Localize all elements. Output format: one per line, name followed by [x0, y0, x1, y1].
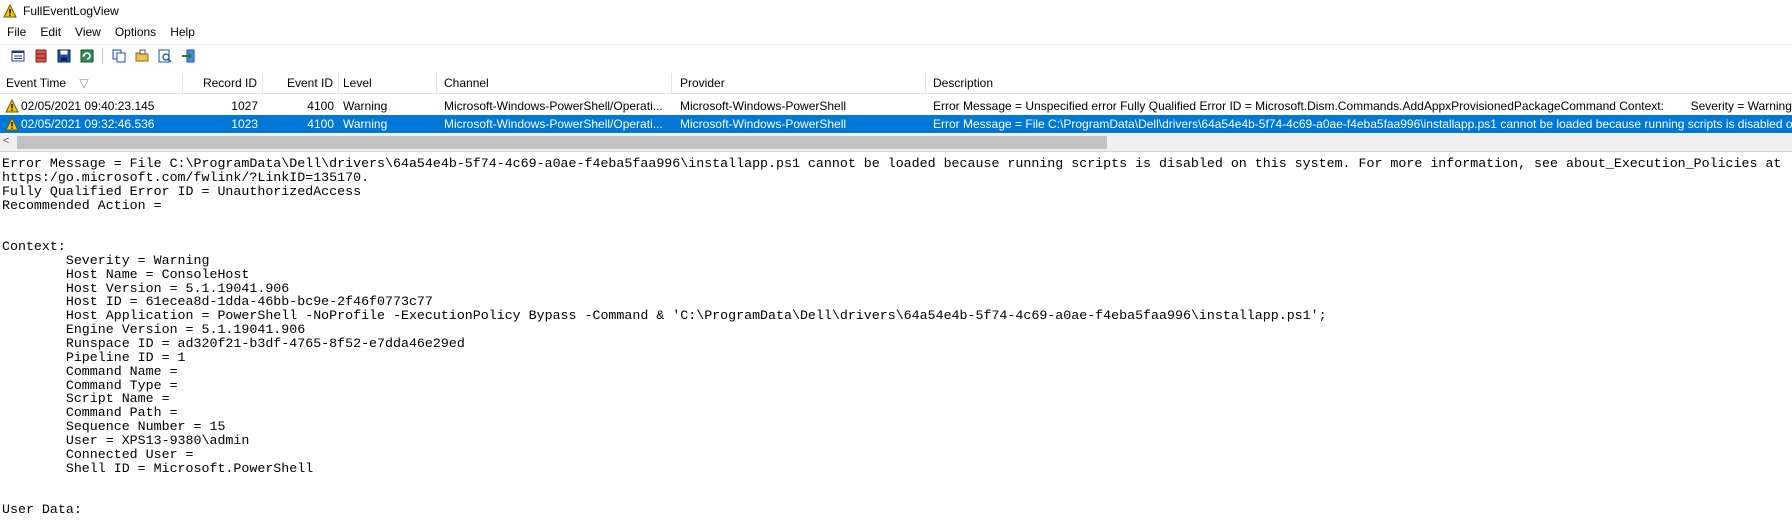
event-detail-text: Error Message = File C:\ProgramData\Dell… [2, 157, 1790, 527]
detail-line [2, 475, 1790, 489]
cell-record-id: 1027 [231, 99, 258, 113]
detail-line: Host Application = PowerShell -NoProfile… [2, 308, 1327, 324]
save-icon[interactable] [56, 48, 72, 64]
column-event-time[interactable]: Event Time ▽ [0, 73, 183, 93]
detail-line: Host ID = 61ecea8d-1dda-46bb-bc9e-2f46f0… [2, 294, 433, 310]
warning-icon [5, 99, 19, 113]
detail-line [2, 226, 1790, 240]
grid-header: Event Time ▽ Record ID Event ID Level Ch… [0, 73, 1792, 94]
cell-event-id: 4100 [307, 117, 334, 131]
refresh-icon[interactable] [79, 48, 95, 64]
cell-provider: Microsoft-Windows-PowerShell [680, 117, 847, 131]
menu-file[interactable]: File [0, 22, 33, 42]
detail-line: Host Version = 5.1.19041.906 [2, 280, 290, 296]
cell-channel: Microsoft-Windows-PowerShell/Operati... [444, 117, 663, 131]
detail-line: Runspace ID = ad320f21-b3df-4765-8f52-e7… [2, 335, 465, 351]
toolbar [0, 44, 1792, 66]
detail-line: Context: [2, 239, 66, 255]
app-icon [3, 4, 17, 18]
cell-record-id: 1023 [231, 117, 258, 131]
title-bar: FullEventLogView [0, 0, 1792, 22]
detail-line: Shell ID = Microsoft.PowerShell [2, 460, 314, 476]
cell-level: Warning [343, 117, 388, 131]
column-level[interactable]: Level [339, 73, 437, 93]
exit-icon[interactable] [180, 48, 196, 64]
detail-line: Command Type = [2, 377, 178, 393]
detail-line: Command Name = [2, 363, 178, 379]
open-folder-icon[interactable] [134, 48, 150, 64]
properties-icon[interactable] [10, 48, 26, 64]
detail-line: Pipeline ID = 1 [2, 349, 186, 365]
table-row[interactable]: 02/05/2021 09:40:23.145 1027 4100 Warnin… [0, 97, 1792, 115]
cell-event-id: 4100 [307, 99, 334, 113]
toolbar-separator [102, 47, 103, 64]
detail-line: User = XPS13-9380\admin [2, 432, 250, 448]
scrollbar-thumb[interactable] [17, 136, 1107, 149]
cell-description: Error Message = File C:\ProgramData\Dell… [933, 117, 1792, 131]
detail-line: Command Path = [2, 405, 178, 421]
detail-line: Fully Qualified Error ID = UnauthorizedA… [2, 183, 362, 199]
horizontal-scrollbar[interactable]: < [0, 134, 1792, 151]
detail-line: Severity = Warning [2, 252, 210, 268]
cell-level: Warning [343, 99, 388, 113]
database-icon[interactable] [33, 48, 49, 64]
detail-line: Host Name = ConsoleHost [2, 266, 250, 282]
menu-options[interactable]: Options [108, 22, 163, 42]
sort-indicator-icon: ▽ [79, 76, 89, 90]
detail-line: Connected User = [2, 446, 194, 462]
column-channel[interactable]: Channel [437, 73, 672, 93]
cell-event-time: 02/05/2021 09:32:46.536 [21, 117, 155, 131]
column-provider[interactable]: Provider [672, 73, 926, 93]
column-record-id[interactable]: Record ID [183, 73, 263, 93]
column-event-id[interactable]: Event ID [263, 73, 339, 93]
table-row-selected[interactable]: 02/05/2021 09:32:46.536 1023 4100 Warnin… [0, 115, 1792, 133]
copy-icon[interactable] [111, 48, 127, 64]
detail-line: Error Message = File C:\ProgramData\Dell… [2, 157, 1782, 171]
cell-description: Error Message = Unspecified error Fully … [933, 99, 1792, 113]
detail-line: https:/go.microsoft.com/fwlink/?LinkID=1… [2, 169, 370, 185]
column-description[interactable]: Description [926, 73, 1792, 93]
scroll-left-icon[interactable]: < [3, 135, 9, 147]
detail-line [2, 212, 1790, 226]
menu-help[interactable]: Help [163, 22, 202, 42]
warning-icon [5, 117, 19, 131]
cell-event-time: 02/05/2021 09:40:23.145 [21, 99, 155, 113]
window-title: FullEventLogView [23, 4, 119, 18]
menu-edit[interactable]: Edit [33, 22, 68, 42]
detail-line: User Data: [2, 502, 82, 518]
menu-bar: File Edit View Options Help [0, 22, 1792, 42]
detail-line: Recommended Action = [2, 197, 162, 213]
column-event-time-label: Event Time [6, 76, 67, 90]
find-icon[interactable] [157, 48, 173, 64]
detail-line [2, 489, 1790, 503]
detail-line: Sequence Number = 15 [2, 419, 226, 435]
cell-provider: Microsoft-Windows-PowerShell [680, 99, 847, 113]
detail-line: Engine Version = 5.1.19041.906 [2, 322, 306, 338]
cell-channel: Microsoft-Windows-PowerShell/Operati... [444, 99, 663, 113]
menu-view[interactable]: View [68, 22, 108, 42]
detail-line: Script Name = [2, 391, 170, 407]
